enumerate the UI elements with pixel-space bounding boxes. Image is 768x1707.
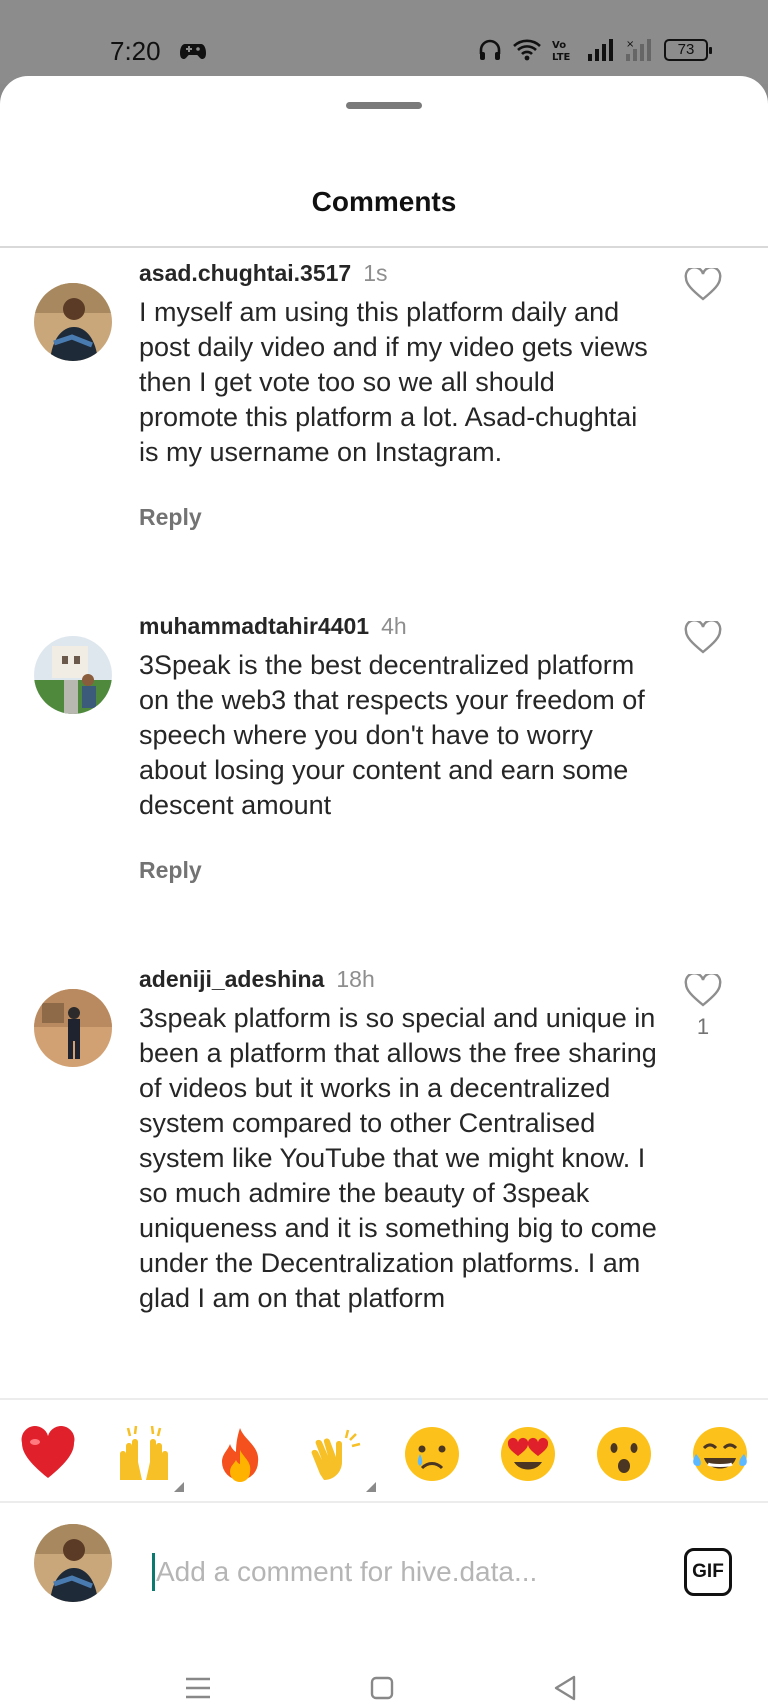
comment-text: 3Speak is the best decentralized platfor…	[139, 650, 645, 820]
game-controller-icon	[180, 40, 206, 60]
surprised-face-emoji[interactable]	[594, 1424, 654, 1484]
comment-time: 4h	[381, 613, 407, 639]
avatar	[34, 1524, 112, 1602]
comment-composer: GIF	[0, 1516, 768, 1616]
comment-text: 3speak platform is so special and unique…	[139, 1003, 657, 1313]
crying-face-emoji[interactable]	[402, 1424, 462, 1484]
comment-time: 1s	[363, 260, 388, 286]
svg-text:Vo: Vo	[552, 40, 566, 51]
volte-icon: Vo LTE	[552, 38, 578, 62]
status-icons: Vo LTE × 73	[478, 36, 712, 64]
reply-button[interactable]: Reply	[139, 857, 202, 884]
divider	[0, 246, 768, 248]
avatar[interactable]	[34, 283, 112, 361]
menu-icon[interactable]	[178, 1668, 218, 1707]
heart-emoji[interactable]	[18, 1424, 78, 1484]
sheet-title: Comments	[311, 186, 457, 217]
fire-emoji[interactable]	[210, 1424, 270, 1484]
drag-handle[interactable]	[346, 102, 422, 109]
like-heart-icon[interactable]	[684, 266, 722, 302]
comment-header: asad.chughtai.3517 1s	[139, 260, 388, 287]
comment-time: 18h	[336, 966, 375, 992]
back-triangle-icon[interactable]	[546, 1668, 586, 1707]
comments-sheet: Comments asad.chughtai.3517 1s I myself a…	[0, 76, 768, 1707]
signal-icon	[588, 38, 616, 62]
divider	[0, 1501, 768, 1503]
text-caret	[152, 1553, 155, 1591]
gif-button[interactable]: GIF	[684, 1548, 732, 1596]
system-nav-bar	[0, 1646, 768, 1707]
headphones-icon	[478, 38, 502, 62]
raised-hands-emoji[interactable]	[114, 1424, 184, 1492]
avatar[interactable]	[34, 636, 112, 714]
home-square-icon[interactable]	[362, 1668, 402, 1707]
wifi-icon	[512, 38, 542, 62]
comment-username[interactable]: asad.chughtai.3517	[139, 260, 351, 286]
comment-text: I myself am using this platform daily an…	[139, 297, 648, 467]
like-heart-icon[interactable]	[684, 972, 722, 1008]
clapping-hands-emoji[interactable]	[306, 1424, 376, 1492]
status-time: 7:20	[110, 36, 161, 66]
comment-username[interactable]: muhammadtahir4401	[139, 613, 369, 639]
reply-button[interactable]: Reply	[139, 504, 202, 531]
tears-of-joy-emoji[interactable]	[690, 1424, 750, 1484]
like-count: 1	[696, 1014, 710, 1039]
comment-input[interactable]	[156, 1550, 596, 1594]
svg-text:LTE: LTE	[552, 52, 571, 62]
emoji-quick-bar	[0, 1416, 768, 1496]
like-heart-icon[interactable]	[684, 619, 722, 655]
svg-text:×: ×	[626, 39, 634, 50]
signal-weak-icon: ×	[626, 38, 654, 62]
avatar[interactable]	[34, 989, 112, 1067]
battery-icon: 73	[664, 39, 712, 61]
heart-eyes-emoji[interactable]	[498, 1424, 558, 1484]
comment-header: adeniji_adeshina 18h	[139, 966, 375, 993]
comment-header: muhammadtahir4401 4h	[139, 613, 407, 640]
comment-username[interactable]: adeniji_adeshina	[139, 966, 324, 992]
status-bar: 7:20 Vo LTE × 73	[0, 0, 768, 84]
divider	[0, 1398, 768, 1400]
